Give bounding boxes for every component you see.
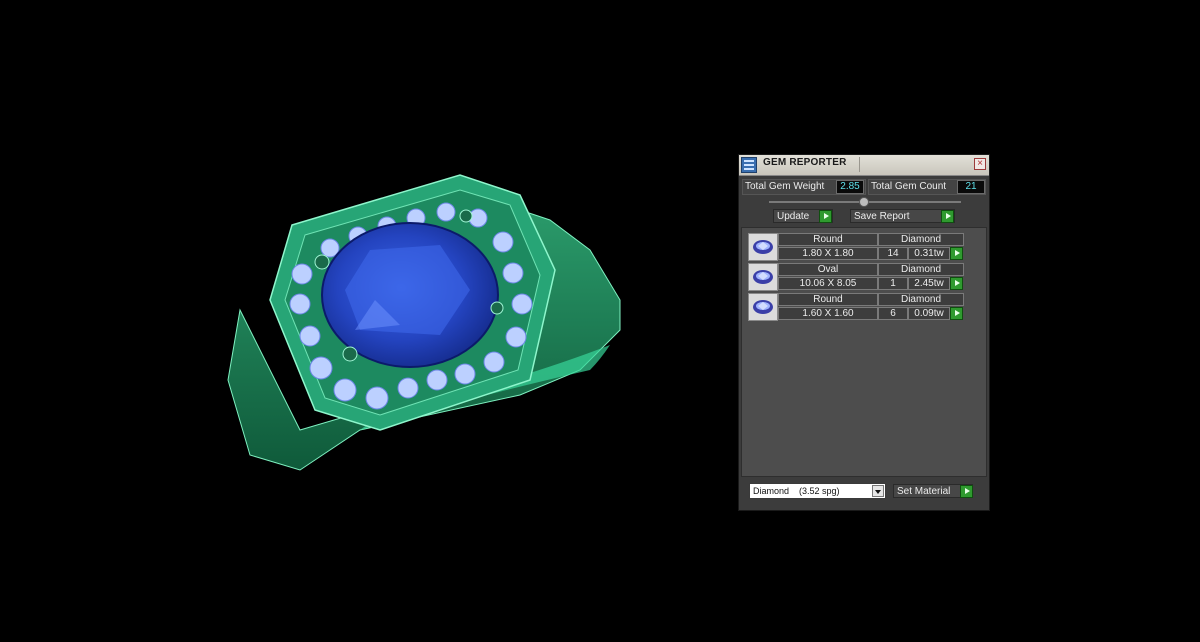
title-bar[interactable]: GEM REPORTER × <box>739 155 989 176</box>
save-report-go-icon[interactable] <box>941 210 954 223</box>
gem-size: 10.06 X 8.05 <box>778 277 878 290</box>
select-gem-icon[interactable] <box>950 277 963 290</box>
total-count-label: Total Gem Count <box>871 181 947 192</box>
gem-size: 1.60 X 1.60 <box>778 307 878 320</box>
list-item[interactable]: Oval Diamond 10.06 X 8.05 1 2.45tw <box>748 263 966 291</box>
gem-material: Diamond <box>878 293 964 306</box>
select-gem-icon[interactable] <box>950 247 963 260</box>
chevron-down-icon[interactable] <box>872 485 884 497</box>
slider-thumb[interactable] <box>859 197 869 207</box>
gem-size: 1.80 X 1.80 <box>778 247 878 260</box>
gem-thumbnail-icon <box>748 293 778 321</box>
gem-count: 14 <box>878 247 908 260</box>
close-icon[interactable]: × <box>974 158 986 170</box>
gem-weight: 0.31tw <box>908 247 950 260</box>
gem-reporter-icon <box>741 157 757 173</box>
gem-weight: 2.45tw <box>908 277 950 290</box>
update-go-icon[interactable] <box>819 210 832 223</box>
list-item[interactable]: Round Diamond 1.80 X 1.80 14 0.31tw <box>748 233 966 261</box>
3d-viewport[interactable] <box>0 0 720 642</box>
gem-shape: Oval <box>778 263 878 276</box>
set-material-go-icon[interactable] <box>960 485 973 498</box>
gem-count: 6 <box>878 307 908 320</box>
save-report-button[interactable]: Save Report <box>850 209 955 223</box>
gem-material: Diamond <box>878 263 964 276</box>
save-report-label: Save Report <box>854 211 910 222</box>
total-count-value: 21 <box>957 180 985 194</box>
gem-weight: 0.09tw <box>908 307 950 320</box>
material-select[interactable]: Diamond (3.52 spg) <box>749 483 886 499</box>
material-select-spg: (3.52 spg) <box>799 486 840 496</box>
gem-list[interactable]: Round Diamond 1.80 X 1.80 14 0.31tw Oval… <box>741 227 987 477</box>
gem-count: 1 <box>878 277 908 290</box>
material-select-name: Diamond <box>753 486 790 496</box>
title-separator <box>859 157 860 172</box>
gem-reporter-panel: GEM REPORTER × Total Gem Weight 2.85 Tot… <box>738 154 990 511</box>
total-weight-value: 2.85 <box>836 180 864 194</box>
ring-model <box>227 174 621 471</box>
select-gem-icon[interactable] <box>950 307 963 320</box>
gem-thumbnail-icon <box>748 263 778 291</box>
gem-shape: Round <box>778 293 878 306</box>
set-material-label: Set Material <box>897 486 951 497</box>
total-weight-label: Total Gem Weight <box>745 181 825 192</box>
gem-material: Diamond <box>878 233 964 246</box>
panel-title: GEM REPORTER <box>763 157 847 168</box>
list-item[interactable]: Round Diamond 1.60 X 1.60 6 0.09tw <box>748 293 966 321</box>
gem-thumbnail-icon <box>748 233 778 261</box>
gem-shape: Round <box>778 233 878 246</box>
update-label: Update <box>777 211 810 222</box>
